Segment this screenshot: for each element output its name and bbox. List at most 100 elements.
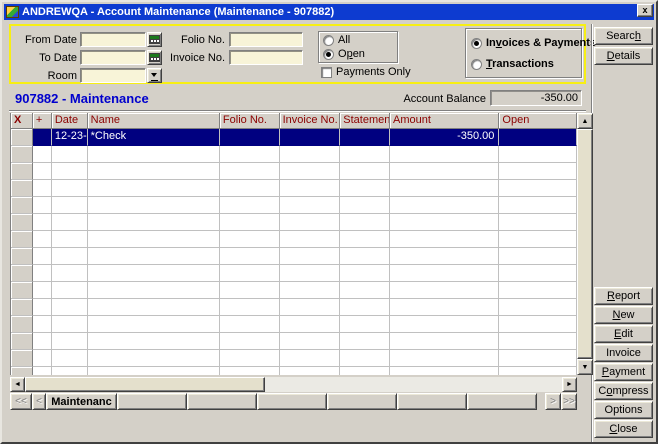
table-cell[interactable]: -350.00 <box>390 129 499 146</box>
table-cell[interactable] <box>88 248 220 265</box>
table-cell[interactable] <box>88 299 220 316</box>
table-cell[interactable] <box>88 180 220 197</box>
table-cell[interactable] <box>280 214 341 231</box>
compress-button[interactable]: Compress <box>594 382 653 400</box>
table-cell[interactable] <box>220 180 280 197</box>
table-cell[interactable] <box>33 265 52 282</box>
table-cell[interactable] <box>390 333 499 350</box>
table-cell[interactable] <box>33 248 52 265</box>
horizontal-scrollbar[interactable]: ◄ ► <box>10 377 577 392</box>
column-header[interactable]: Amount <box>390 113 499 129</box>
table-cell[interactable] <box>499 367 577 375</box>
table-cell[interactable] <box>52 163 88 180</box>
table-cell[interactable] <box>280 333 341 350</box>
to-date-input[interactable] <box>80 50 146 65</box>
column-header[interactable]: Open <box>499 113 577 129</box>
table-cell[interactable] <box>220 367 280 375</box>
scroll-up-icon[interactable]: ▲ <box>577 113 593 129</box>
table-cell[interactable] <box>88 163 220 180</box>
edit-button[interactable]: Edit <box>594 325 653 343</box>
table-cell[interactable] <box>390 197 499 214</box>
table-cell[interactable] <box>499 129 577 146</box>
room-dropdown-button[interactable] <box>147 68 162 83</box>
table-cell[interactable] <box>88 265 220 282</box>
scroll-left-icon[interactable]: ◄ <box>10 377 25 392</box>
table-cell[interactable] <box>280 367 341 375</box>
to-date-calendar-button[interactable] <box>147 50 162 65</box>
table-cell[interactable] <box>340 265 390 282</box>
table-cell[interactable] <box>340 163 390 180</box>
table-cell[interactable] <box>52 367 88 375</box>
table-cell[interactable] <box>220 333 280 350</box>
table-row[interactable] <box>11 163 577 180</box>
table-cell[interactable] <box>88 146 220 163</box>
table-cell[interactable] <box>52 282 88 299</box>
room-input[interactable] <box>80 68 146 83</box>
row-selector-cell[interactable] <box>11 248 33 265</box>
table-cell[interactable] <box>220 350 280 367</box>
table-cell[interactable] <box>280 180 341 197</box>
table-cell[interactable] <box>390 350 499 367</box>
table-cell[interactable] <box>220 265 280 282</box>
table-cell[interactable] <box>52 180 88 197</box>
table-cell[interactable] <box>52 299 88 316</box>
table-cell[interactable]: *Check <box>88 129 220 146</box>
table-cell[interactable] <box>52 265 88 282</box>
table-cell[interactable] <box>390 163 499 180</box>
row-selector-cell[interactable] <box>11 316 33 333</box>
table-cell[interactable] <box>340 367 390 375</box>
horizontal-scrollbar-thumb[interactable] <box>25 377 265 392</box>
table-cell[interactable] <box>390 367 499 375</box>
table-cell[interactable] <box>220 214 280 231</box>
row-selector-cell[interactable] <box>11 299 33 316</box>
table-cell[interactable] <box>390 265 499 282</box>
table-row[interactable] <box>11 146 577 163</box>
table-cell[interactable] <box>52 197 88 214</box>
table-cell[interactable] <box>340 214 390 231</box>
table-cell[interactable] <box>499 248 577 265</box>
scroll-right-icon[interactable]: ► <box>562 377 577 392</box>
table-row[interactable] <box>11 350 577 367</box>
row-selector-cell[interactable] <box>11 282 33 299</box>
table-cell[interactable] <box>52 214 88 231</box>
table-cell[interactable] <box>340 146 390 163</box>
table-cell[interactable] <box>220 129 280 146</box>
table-cell[interactable] <box>499 163 577 180</box>
scroll-down-icon[interactable]: ▼ <box>577 359 593 375</box>
from-date-input[interactable] <box>80 32 146 47</box>
vertical-scrollbar-thumb[interactable] <box>577 129 593 359</box>
table-row[interactable] <box>11 333 577 350</box>
empty-tab[interactable] <box>327 393 397 410</box>
row-selector-cell[interactable] <box>11 350 33 367</box>
table-cell[interactable] <box>499 299 577 316</box>
table-cell[interactable] <box>220 299 280 316</box>
table-cell[interactable] <box>340 333 390 350</box>
table-cell[interactable] <box>390 282 499 299</box>
table-cell[interactable] <box>340 282 390 299</box>
empty-tab[interactable] <box>397 393 467 410</box>
table-row[interactable] <box>11 248 577 265</box>
table-cell[interactable]: 12-23-06 <box>52 129 88 146</box>
table-cell[interactable] <box>33 180 52 197</box>
table-cell[interactable] <box>33 197 52 214</box>
radio-transactions[interactable]: Transactions <box>471 58 554 70</box>
row-selector-cell[interactable] <box>11 180 33 197</box>
table-cell[interactable] <box>88 333 220 350</box>
column-header[interactable]: Invoice No. <box>280 113 341 129</box>
table-cell[interactable] <box>33 299 52 316</box>
table-cell[interactable] <box>88 350 220 367</box>
table-cell[interactable] <box>33 282 52 299</box>
table-cell[interactable] <box>340 129 390 146</box>
table-cell[interactable] <box>340 316 390 333</box>
table-cell[interactable] <box>280 129 341 146</box>
table-cell[interactable] <box>340 231 390 248</box>
table-cell[interactable] <box>33 214 52 231</box>
table-cell[interactable] <box>33 231 52 248</box>
column-header[interactable]: Date <box>52 113 88 129</box>
table-cell[interactable] <box>499 282 577 299</box>
table-cell[interactable] <box>220 163 280 180</box>
table-row[interactable]: 12-23-06*Check -350.00 <box>11 129 577 146</box>
table-cell[interactable] <box>88 197 220 214</box>
close-icon[interactable]: x <box>637 4 653 17</box>
payment-button[interactable]: Payment <box>594 363 653 381</box>
